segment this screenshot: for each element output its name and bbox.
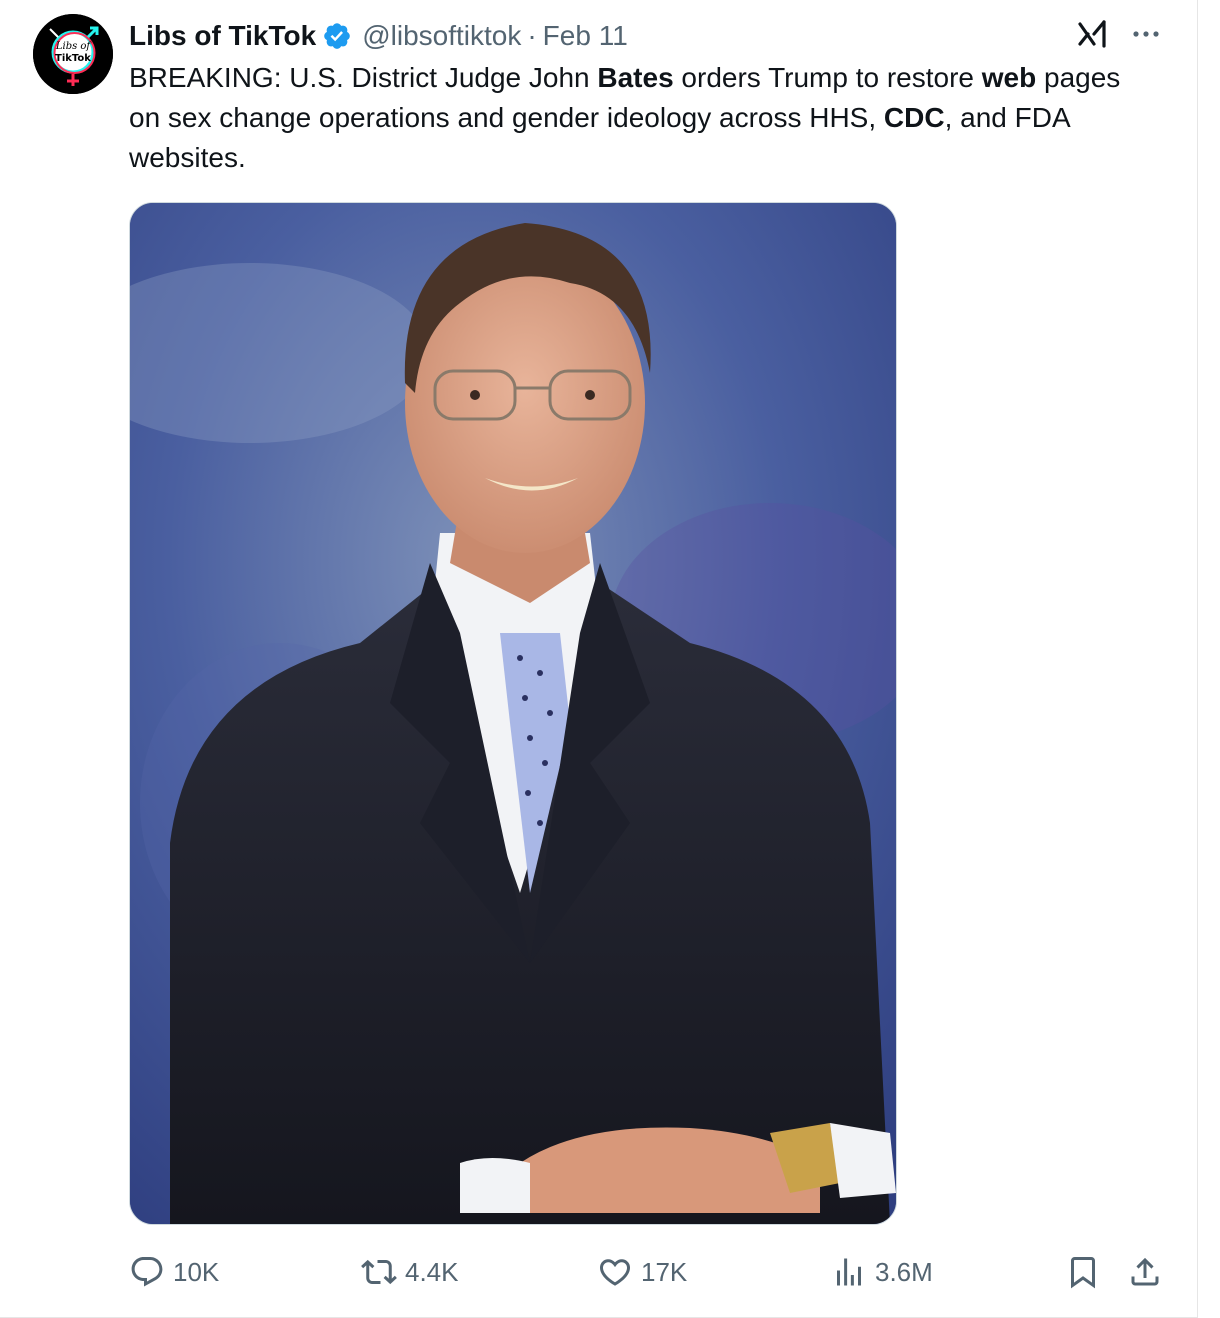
grok-icon[interactable] [1074,16,1110,52]
views-button[interactable]: 3.6M [831,1248,933,1296]
svg-text:Libs of: Libs of [55,41,93,52]
bookmark-button[interactable] [1065,1248,1109,1296]
like-button[interactable]: 17K [597,1248,687,1296]
share-icon [1131,1257,1159,1286]
tweet-text-bold-segment: CDC [883,102,945,133]
handle[interactable]: @libsoftiktok [362,20,521,52]
repost-count: 4.4K [405,1256,459,1287]
tweet-text: BREAKING: U.S. District Judge John Bates… [129,58,1139,178]
reply-button[interactable]: 10K [129,1248,219,1296]
tweet-photo[interactable] [129,202,897,1225]
libs-of-tiktok-logo: Libs of TikTok [33,14,113,94]
bookmark-icon [1071,1257,1095,1289]
separator: · [527,20,537,51]
tweet-actions: 10K 4.4K 17K 3.6M [129,1248,1169,1296]
repost-icon [361,1259,397,1285]
views-count: 3.6M [875,1256,933,1287]
tweet-text-bold-segment: web [981,62,1037,93]
like-icon [599,1259,631,1286]
avatar[interactable]: Libs of TikTok [33,14,113,94]
display-name[interactable]: Libs of TikTok [129,20,316,52]
timestamp[interactable]: Feb 11 [543,20,628,52]
share-button[interactable] [1127,1248,1171,1296]
svg-text:TikTok: TikTok [55,53,91,64]
more-icon[interactable] [1128,18,1164,50]
views-icon [837,1258,861,1286]
tweet-text-segment: BREAKING: U.S. District Judge John [129,62,598,93]
tweet-text-bold-segment: Bates [597,62,674,93]
tweet-header: Libs of TikTok @libsoftiktok · Feb 11 [129,16,628,56]
repost-button[interactable]: 4.4K [361,1248,459,1296]
verified-badge-icon[interactable] [322,21,352,51]
tweet-card[interactable]: Libs of TikTok Libs of TikTok @libsoftik… [0,0,1198,1318]
like-count: 17K [641,1256,688,1287]
reply-count: 10K [173,1256,220,1287]
tweet-text-segment: orders Trump to restore [673,62,982,93]
portrait-photo [130,203,896,1224]
reply-icon [131,1257,163,1287]
